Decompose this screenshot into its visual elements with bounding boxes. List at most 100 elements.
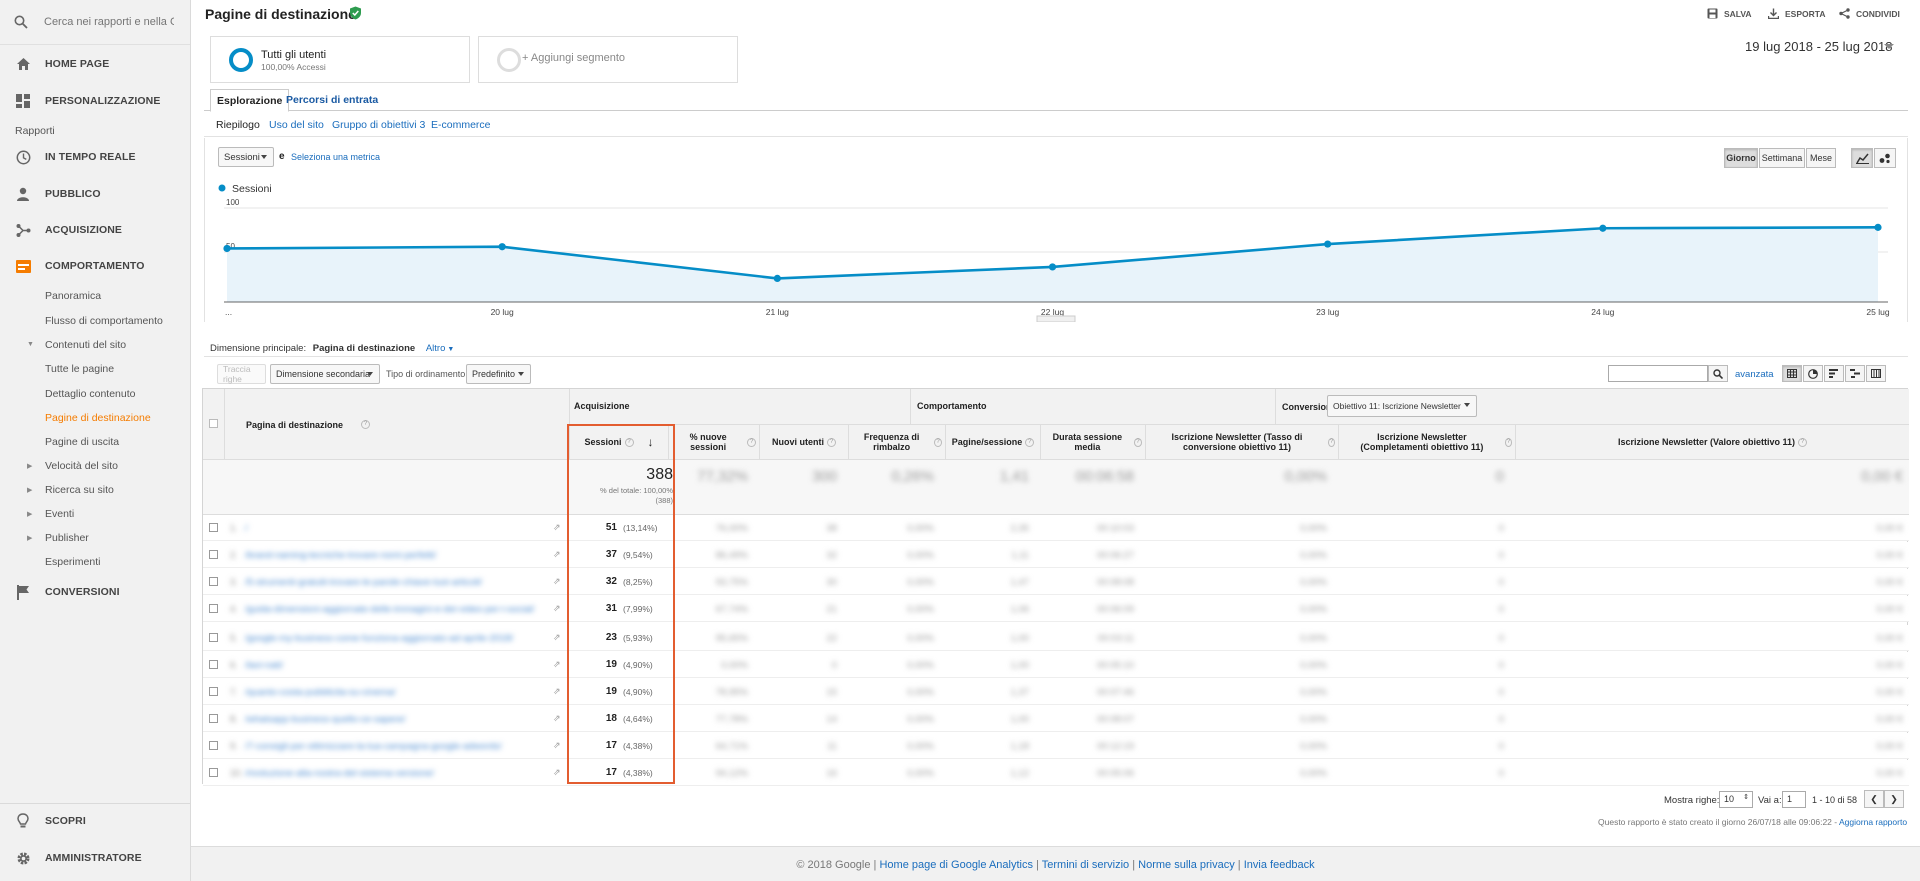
column-header-newsletter-value[interactable]: Iscrizione Newsletter (Valore obiettivo … <box>1516 425 1909 460</box>
tab-explorer[interactable]: Esplorazione <box>210 89 290 112</box>
landing-page-link[interactable]: /whatsapp-business-quello-ce-sapere/ <box>245 714 406 725</box>
share-button[interactable]: CONDIVIDI <box>1839 8 1900 19</box>
landing-page-link[interactable]: /quanto-costa-pubblicita-su-cinema/ <box>245 687 396 698</box>
footer-home-link[interactable]: Home page di Google Analytics <box>879 859 1032 871</box>
landing-page-link[interactable]: /guida-dimensioni-aggiornate-delle-immag… <box>245 604 534 615</box>
data-point[interactable] <box>223 244 231 253</box>
secondary-dimension-select[interactable]: Dimensione secondaria <box>270 364 380 384</box>
save-button[interactable]: SALVA <box>1707 8 1752 19</box>
column-header-pages-per-session[interactable]: Pagine/sessione? <box>946 425 1041 460</box>
external-link-icon[interactable]: ⇗ <box>553 740 561 751</box>
row-checkbox[interactable] <box>209 633 218 642</box>
external-link-icon[interactable]: ⇗ <box>553 713 561 724</box>
tab-entrance-paths[interactable]: Percorsi di entrata <box>280 89 384 111</box>
table-filter-input[interactable] <box>1608 365 1708 382</box>
primary-dimension-value[interactable]: Pagina di destinazione <box>313 343 415 354</box>
external-link-icon[interactable]: ⇗ <box>553 603 561 614</box>
nav-acquisition[interactable]: ACQUISIZIONE <box>0 218 190 242</box>
data-point[interactable] <box>1048 263 1057 271</box>
landing-page-link[interactable]: /rivoluzione-alla-nostra-del-sistema-ver… <box>245 768 434 779</box>
view-comparison-button[interactable] <box>1845 365 1865 382</box>
refresh-report-link[interactable]: Aggiorna rapporto <box>1839 817 1907 827</box>
nav-all-pages[interactable]: Tutte le pagine <box>45 363 114 375</box>
nav-admin[interactable]: AMMINISTRATORE <box>0 846 190 870</box>
view-performance-button[interactable] <box>1824 365 1844 382</box>
landing-page-link[interactable]: /google-my-business-come-funziona-aggior… <box>245 633 513 644</box>
column-header-avg-session-duration[interactable]: Durata sessione media? <box>1041 425 1146 460</box>
nav-audience[interactable]: PUBBLICO <box>0 182 190 206</box>
other-dimension-link[interactable]: Altro <box>426 343 446 354</box>
nav-behavior-flow[interactable]: Flusso di comportamento <box>45 315 163 327</box>
nav-conversions[interactable]: CONVERSIONI <box>0 580 190 604</box>
external-link-icon[interactable]: ⇗ <box>553 522 561 533</box>
data-point[interactable] <box>498 243 506 251</box>
landing-page-link[interactable]: / <box>245 523 248 534</box>
landing-page-link[interactable]: /5-strumenti-gratuiti-trovare-le-parole-… <box>245 577 482 588</box>
landing-page-link[interactable]: /brand-naming-tecniche-trovare-nomi-perf… <box>245 550 436 561</box>
row-checkbox[interactable] <box>209 660 218 669</box>
data-point[interactable] <box>773 274 781 282</box>
nav-site-speed[interactable]: ▶ Velocità del sito <box>27 460 118 472</box>
row-checkbox[interactable] <box>209 768 218 777</box>
nav-customization[interactable]: PERSONALIZZAZIONE <box>0 89 190 113</box>
view-pivot-button[interactable] <box>1866 365 1886 382</box>
table-filter-button[interactable] <box>1708 365 1728 382</box>
data-point[interactable] <box>1324 240 1332 248</box>
subtab-summary[interactable]: Riepilogo <box>216 119 260 131</box>
nav-experiments[interactable]: Esperimenti <box>45 556 100 568</box>
chart-resize-handle[interactable] <box>1036 315 1076 322</box>
select-all-checkbox[interactable] <box>209 419 218 428</box>
row-checkbox[interactable] <box>209 550 218 559</box>
row-checkbox[interactable] <box>209 687 218 696</box>
external-link-icon[interactable]: ⇗ <box>553 767 561 778</box>
nav-discover[interactable]: SCOPRI <box>0 809 190 833</box>
external-link-icon[interactable]: ⇗ <box>553 686 561 697</box>
data-point[interactable] <box>1599 224 1607 232</box>
footer-privacy-link[interactable]: Norme sulla privacy <box>1138 859 1235 871</box>
view-pie-button[interactable] <box>1803 365 1823 382</box>
column-header-newsletter-completions[interactable]: Iscrizione Newsletter (Completamenti obi… <box>1339 425 1516 460</box>
search-input[interactable] <box>44 16 174 28</box>
landing-page-link[interactable]: /lavi-nati/ <box>245 660 283 671</box>
column-header-new-sessions[interactable]: % nuove sessioni? <box>669 425 760 460</box>
external-link-icon[interactable]: ⇗ <box>553 576 561 587</box>
nav-landing-pages[interactable]: Pagine di destinazione <box>45 412 151 424</box>
sidebar-search[interactable] <box>0 0 190 45</box>
row-checkbox[interactable] <box>209 523 218 532</box>
subtab-site-usage[interactable]: Uso del sito <box>269 119 324 131</box>
column-header-new-users[interactable]: Nuovi utenti? <box>760 425 849 460</box>
row-checkbox[interactable] <box>209 604 218 613</box>
column-header-sessions[interactable]: Sessioni? ↓ <box>570 425 669 460</box>
row-checkbox[interactable] <box>209 577 218 586</box>
previous-page-button[interactable]: ❮ <box>1864 790 1884 808</box>
nav-home[interactable]: HOME PAGE <box>0 52 190 76</box>
sort-descending-icon[interactable]: ↓ <box>648 435 654 449</box>
rows-per-page-select[interactable]: 10 ⇕ <box>1719 791 1753 808</box>
sort-type-select[interactable]: Predefinito <box>466 364 531 384</box>
nav-events[interactable]: ▶ Eventi <box>27 508 74 520</box>
nav-overview[interactable]: Panoramica <box>45 290 101 302</box>
export-button[interactable]: ESPORTA <box>1768 8 1825 19</box>
plot-rows-button[interactable]: Traccia righe <box>217 364 266 384</box>
view-table-button[interactable] <box>1782 365 1802 382</box>
nav-realtime[interactable]: IN TEMPO REALE <box>0 145 190 169</box>
chevron-down-icon[interactable] <box>1884 44 1894 49</box>
goto-page-input[interactable]: 1 <box>1782 791 1806 808</box>
landing-page-link[interactable]: /7-consigli-per-ottimizzare-la-tua-campa… <box>245 741 502 752</box>
advanced-filter-link[interactable]: avanzata <box>1735 369 1774 380</box>
subtab-goal-set[interactable]: Gruppo di obiettivi 3 <box>332 119 425 131</box>
nav-site-search[interactable]: ▶ Ricerca su sito <box>27 484 114 496</box>
column-header-newsletter-conv-rate[interactable]: Iscrizione Newsletter (Tasso di conversi… <box>1146 425 1339 460</box>
segment-all-users[interactable]: Tutti gli utenti 100,00% Accessi <box>210 36 470 83</box>
add-segment-button[interactable]: + Aggiungi segmento <box>478 36 738 83</box>
external-link-icon[interactable]: ⇗ <box>553 632 561 643</box>
row-checkbox[interactable] <box>209 714 218 723</box>
footer-feedback-link[interactable]: Invia feedback <box>1244 859 1315 871</box>
subtab-ecommerce[interactable]: E-commerce <box>431 119 491 131</box>
footer-terms-link[interactable]: Termini di servizio <box>1042 859 1129 871</box>
goal-select[interactable]: Obiettivo 11: Iscrizione Newsletter <box>1327 395 1477 417</box>
nav-site-content[interactable]: ▼ Contenuti del sito <box>27 339 126 351</box>
external-link-icon[interactable]: ⇗ <box>553 659 561 670</box>
date-range-picker[interactable]: 19 lug 2018 - 25 lug 2018 <box>1745 39 1892 54</box>
nav-exit-pages[interactable]: Pagine di uscita <box>45 436 119 448</box>
